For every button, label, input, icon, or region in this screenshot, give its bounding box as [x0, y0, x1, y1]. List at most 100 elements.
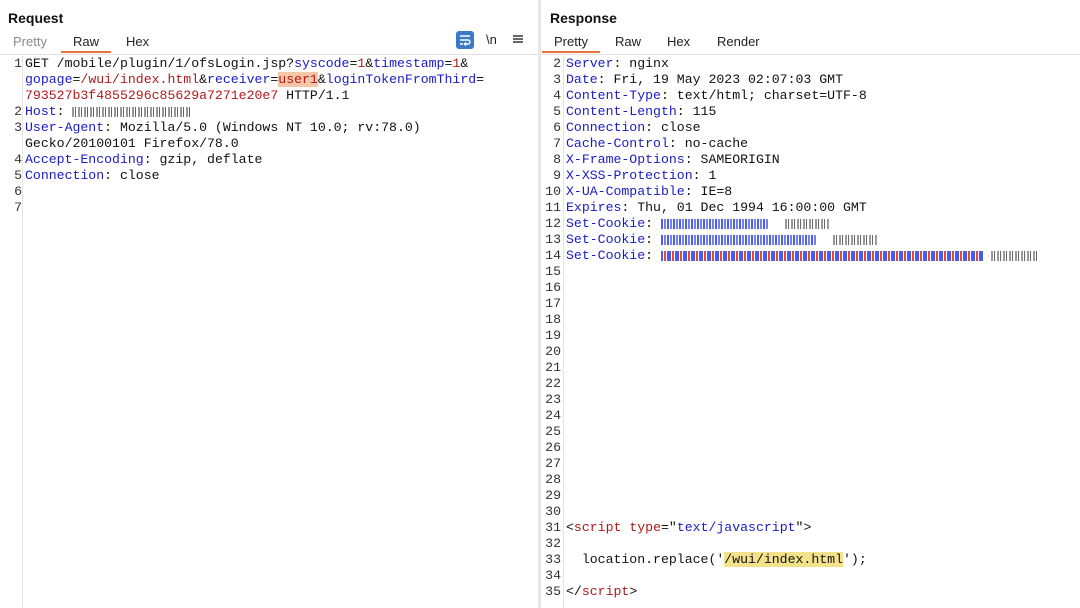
code-token: Expires: [566, 200, 622, 215]
code-line: 8 X-Frame-Options: SAMEORIGIN: [541, 152, 1080, 168]
code-token: : close: [104, 168, 160, 183]
response-tab-render[interactable]: Render: [705, 33, 772, 53]
request-tab-pretty[interactable]: Pretty: [1, 33, 59, 53]
code-line: 3 User-Agent: Mozilla/5.0 (Windows NT 10.…: [0, 120, 538, 136]
code-line: 6 Connection: close: [541, 120, 1080, 136]
code-line: 24: [541, 408, 1080, 424]
code-line: 4 Content-Type: text/html; charset=UTF-8: [541, 88, 1080, 104]
line-text: GET /mobile/plugin/1/ofsLogin.jsp?syscod…: [25, 56, 468, 72]
line-number: 29: [545, 488, 561, 503]
code-line: 20: [541, 344, 1080, 360]
code-line: 2 Server: nginx: [541, 56, 1080, 72]
code-line: 16: [541, 280, 1080, 296]
code-token: Set-Cookie: [566, 232, 646, 247]
line-number: 27: [545, 456, 561, 471]
code-token: : text/html; charset=UTF-8: [660, 88, 867, 103]
code-line: 21: [541, 360, 1080, 376]
code-line: 14 Set-Cookie:: [541, 248, 1080, 264]
code-token: Connection: [566, 120, 646, 135]
code-token: GET /mobile/plugin/1/ofsLogin.jsp?: [25, 56, 295, 71]
response-title: Response: [550, 10, 617, 26]
wrap-lines-icon[interactable]: [456, 31, 474, 49]
code-token: ');: [843, 552, 867, 567]
redacted-value: [832, 234, 877, 245]
code-token: 793527b3f4855296c85629a7271e20e7: [25, 88, 279, 103]
response-tab-separator: [541, 54, 1080, 55]
redacted-value: [660, 234, 817, 245]
line-number: 21: [545, 360, 561, 375]
response-tab-pretty[interactable]: Pretty: [542, 33, 600, 53]
code-token: : Fri, 19 May 2023 02:07:03 GMT: [597, 72, 843, 87]
line-number: 14: [545, 248, 561, 263]
code-token: Host: [25, 104, 57, 119]
line-number: 19: [545, 328, 561, 343]
request-editor[interactable]: 1 GET /mobile/plugin/1/ofsLogin.jsp?sysco…: [0, 56, 538, 608]
response-tab-hex[interactable]: Hex: [655, 33, 702, 53]
redacted-value: [990, 250, 1039, 261]
code-token: X-UA-Compatible: [566, 184, 685, 199]
line-number: 18: [545, 312, 561, 327]
code-token: : close: [645, 120, 701, 135]
line-text: X-UA-Compatible: IE=8: [566, 184, 732, 200]
code-token: user1: [278, 72, 318, 87]
line-number: 34: [545, 568, 561, 583]
code-line: 26: [541, 440, 1080, 456]
code-token: Accept-Encoding: [25, 152, 144, 167]
redacted-value: [660, 250, 983, 261]
code-token: :: [645, 232, 661, 247]
code-token: /wui/index.html: [80, 72, 200, 87]
code-line: 32: [541, 536, 1080, 552]
code-line: 6: [0, 184, 538, 200]
code-line: 35 </script>: [541, 584, 1080, 600]
code-line: 10 X-UA-Compatible: IE=8: [541, 184, 1080, 200]
line-number: 4: [553, 88, 561, 103]
code-line: 12 Set-Cookie:: [541, 216, 1080, 232]
request-tab-hex[interactable]: Hex: [114, 33, 161, 53]
code-token: receiver: [207, 72, 271, 87]
code-token: =: [476, 72, 485, 87]
response-editor[interactable]: 2 Server: nginx 3 Date: Fri, 19 May 2023 02…: [541, 56, 1080, 608]
code-token: :: [56, 104, 73, 119]
newline-toggle[interactable]: \n: [486, 32, 497, 47]
line-text: Content-Length: 115: [566, 104, 716, 120]
code-line: 1 GET /mobile/plugin/1/ofsLogin.jsp?sysco…: [0, 56, 538, 72]
line-number: 28: [545, 472, 561, 487]
code-line: 25: [541, 424, 1080, 440]
menu-icon[interactable]: [512, 33, 524, 48]
code-token: : no-cache: [668, 136, 749, 151]
line-number: 6: [553, 120, 561, 135]
code-token: Date: [566, 72, 598, 87]
response-pane: Response Pretty Raw Hex Render 2 Server: …: [541, 0, 1080, 608]
code-token: =": [660, 520, 677, 535]
code-token: <: [566, 520, 574, 535]
line-text: location.replace('/wui/index.html');: [566, 552, 867, 568]
line-number: 26: [545, 440, 561, 455]
response-tab-raw[interactable]: Raw: [603, 33, 653, 53]
line-number: 2: [14, 104, 22, 119]
line-number: 6: [14, 184, 22, 199]
code-line: 793527b3f4855296c85629a7271e20e7 HTTP/1.…: [0, 88, 538, 104]
code-line: 7 Cache-Control: no-cache: [541, 136, 1080, 152]
code-token: : Mozilla/5.0 (Windows NT 10.0; rv:78.0): [104, 120, 421, 135]
request-tab-raw[interactable]: Raw: [61, 33, 112, 53]
line-number: 3: [14, 120, 22, 135]
line-text: Set-Cookie:: [566, 248, 1039, 264]
line-number: 20: [545, 344, 561, 359]
request-title: Request: [8, 10, 64, 26]
code-token: : Thu, 01 Dec 1994 16:00:00 GMT: [621, 200, 867, 215]
line-number: 24: [545, 408, 561, 423]
code-token: Content-Length: [566, 104, 677, 119]
code-token: text/javascript: [676, 520, 796, 535]
code-token: gopage: [25, 72, 73, 87]
line-number: 4: [14, 152, 22, 167]
line-text: Expires: Thu, 01 Dec 1994 16:00:00 GMT: [566, 200, 867, 216]
code-token: Server: [566, 56, 614, 71]
code-line: Gecko/20100101 Firefox/78.0: [0, 136, 538, 152]
line-text: Set-Cookie:: [566, 232, 877, 248]
line-text: Accept-Encoding: gzip, deflate: [25, 152, 262, 168]
code-line: 13 Set-Cookie:: [541, 232, 1080, 248]
line-text: Server: nginx: [566, 56, 669, 72]
code-token: timestamp: [373, 56, 445, 71]
